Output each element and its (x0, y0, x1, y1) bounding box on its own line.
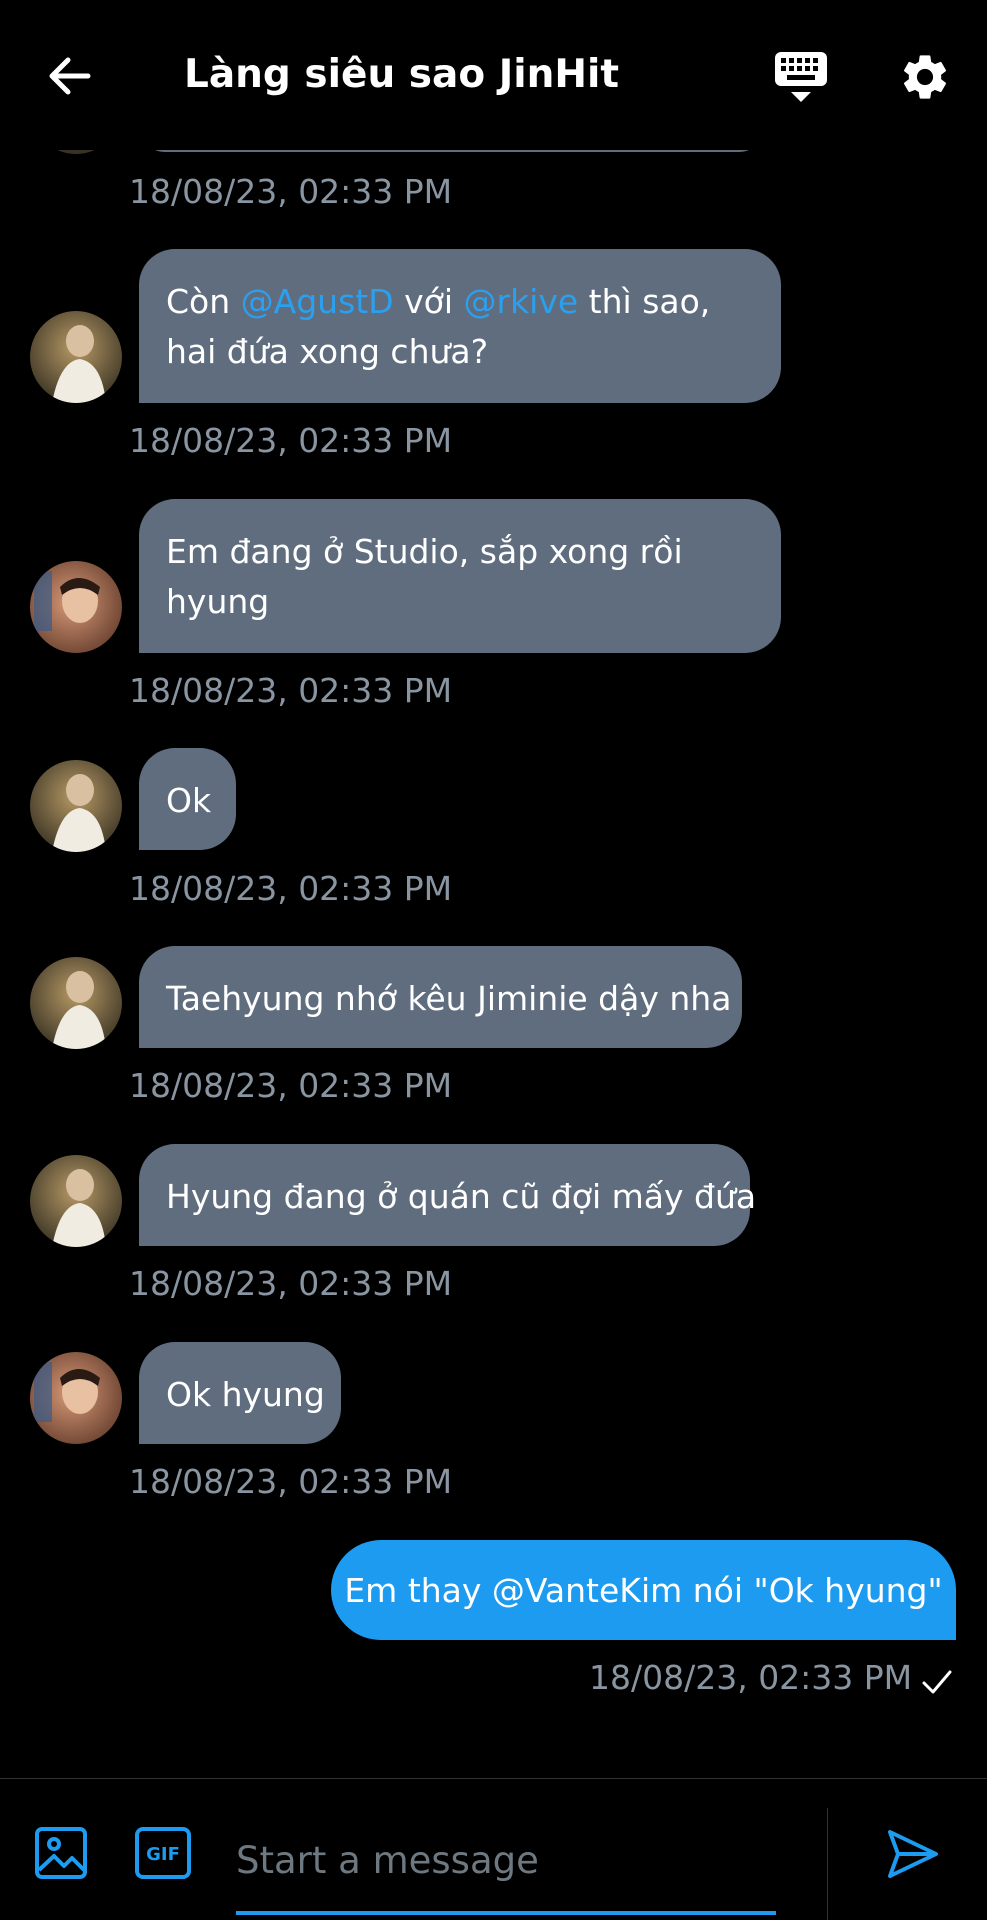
checkmark-icon (922, 1670, 952, 1694)
avatar-jin[interactable] (30, 957, 122, 1049)
message-bubble[interactable]: Ok (139, 748, 236, 850)
message-timestamp: 18/08/23, 02:33 PM (129, 421, 453, 460)
message-timestamp: 18/08/23, 02:33 PM (129, 172, 453, 211)
add-photo-button[interactable] (34, 1826, 88, 1880)
keyboard-button[interactable] (773, 50, 829, 106)
message-timestamp: 18/08/23, 02:33 PM (129, 869, 453, 908)
send-icon (888, 1830, 938, 1878)
message-timestamp: 18/08/23, 02:33 PM (129, 1264, 453, 1303)
gear-icon (903, 55, 947, 99)
avatar-vante[interactable] (30, 1352, 122, 1444)
avatar-jin[interactable] (30, 760, 122, 852)
message-bubble[interactable]: Taehyung nhớ kêu Jiminie dậy nha (139, 946, 742, 1048)
message-input[interactable] (236, 1820, 776, 1900)
keyboard-icon (775, 52, 827, 102)
message-timestamp-outgoing: 18/08/23, 02:33 PM (589, 1658, 913, 1697)
mention-link[interactable]: @rkive (464, 282, 579, 321)
message-timestamp: 18/08/23, 02:33 PM (129, 671, 453, 710)
gif-icon: GIF (135, 1827, 191, 1879)
message-bubble-outgoing[interactable]: Em thay @VanteKim nói "Ok hyung" (331, 1540, 956, 1640)
mention-link[interactable]: @AgustD (241, 282, 394, 321)
conversation-title: Làng siêu sao JinHit (184, 52, 619, 97)
settings-button[interactable] (898, 50, 952, 104)
message-bubble[interactable]: Em đang ở Studio, sắp xong rồi hyung (139, 499, 781, 653)
message-timestamp: 18/08/23, 02:33 PM (129, 1462, 453, 1501)
avatar-jin[interactable] (30, 311, 122, 403)
gif-label: GIF (146, 1844, 180, 1865)
back-button[interactable] (44, 50, 96, 102)
arrow-left-icon (49, 57, 91, 95)
message-bubble[interactable]: Ok hyung (139, 1342, 341, 1444)
composer-divider (827, 1808, 828, 1920)
message-text: với (393, 282, 464, 321)
image-icon (35, 1827, 87, 1879)
message-bubble[interactable]: Hyung đang ở quán cũ đợi mấy đứa (139, 1144, 756, 1246)
send-button[interactable] (886, 1828, 940, 1880)
message-timestamp: 18/08/23, 02:33 PM (129, 1066, 453, 1105)
message-text: Còn (166, 282, 241, 321)
input-focus-underline (236, 1911, 776, 1915)
add-gif-button[interactable]: GIF (134, 1826, 192, 1880)
avatar-vante[interactable] (30, 561, 122, 653)
message-bubble[interactable]: Còn @AgustD với @rkive thì sao, hai đứa … (139, 249, 781, 403)
conversation-header: Làng siêu sao JinHit (0, 0, 987, 150)
avatar-jin[interactable] (30, 1155, 122, 1247)
